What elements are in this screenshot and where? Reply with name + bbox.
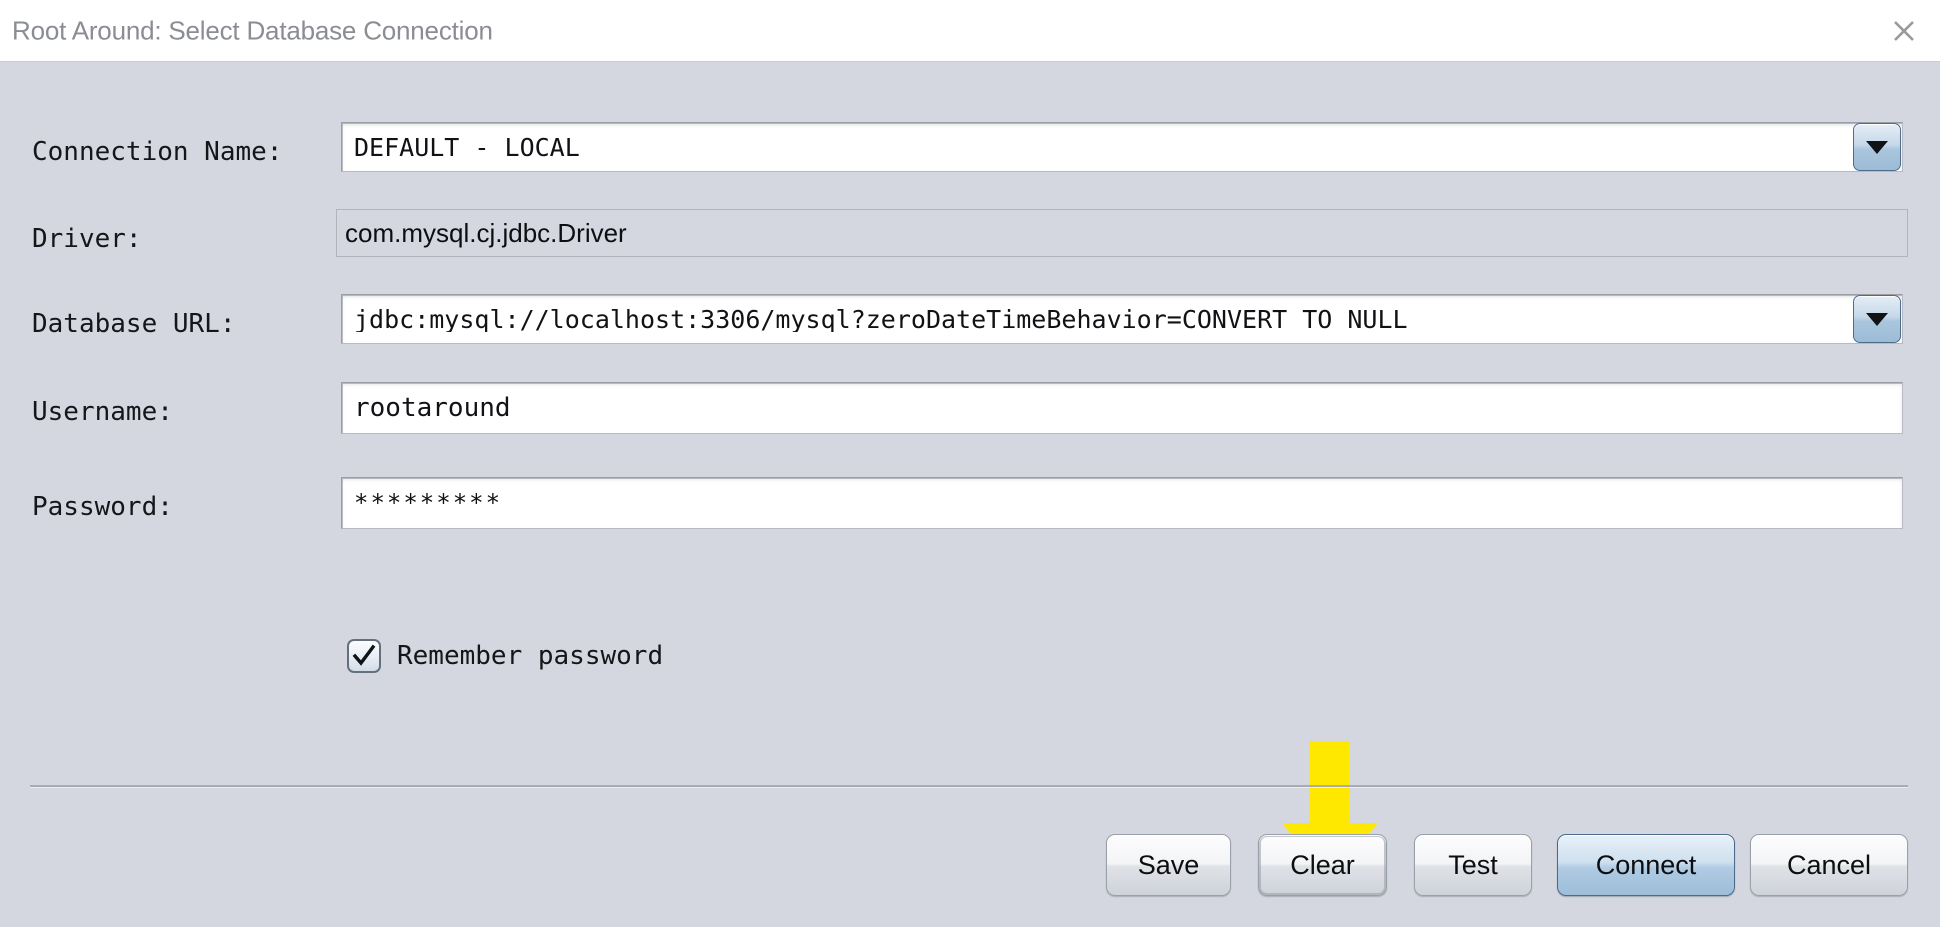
- connect-button[interactable]: Connect: [1557, 834, 1735, 896]
- username-value: rootaround: [354, 395, 511, 421]
- database-url-value: jdbc:mysql://localhost:3306/mysql?zeroDa…: [354, 306, 1408, 332]
- row-driver: Driver: com.mysql.cj.jdbc.Driver: [0, 209, 1940, 269]
- connection-name-label: Connection Name:: [32, 137, 283, 167]
- test-button[interactable]: Test: [1414, 834, 1532, 896]
- row-username: Username: rootaround: [0, 382, 1940, 442]
- button-bar: Save Clear Test Connect Cancel: [0, 834, 1940, 914]
- triangle-glyph: [1866, 140, 1888, 154]
- clear-button[interactable]: Clear: [1258, 834, 1387, 896]
- chevron-down-icon[interactable]: [1853, 295, 1901, 343]
- driver-field: com.mysql.cj.jdbc.Driver: [336, 209, 1908, 257]
- check-icon: [352, 644, 376, 666]
- close-icon[interactable]: [1882, 9, 1926, 53]
- window-title: Root Around: Select Database Connection: [12, 15, 493, 45]
- chevron-down-icon[interactable]: [1853, 123, 1901, 171]
- driver-label: Driver:: [32, 224, 142, 254]
- password-value: *********: [354, 491, 503, 515]
- database-url-label: Database URL:: [32, 309, 236, 339]
- driver-value: com.mysql.cj.jdbc.Driver: [345, 217, 627, 248]
- username-input[interactable]: rootaround: [341, 382, 1903, 434]
- dialog-window: Root Around: Select Database Connection …: [0, 0, 1940, 927]
- checkbox-box: [347, 639, 381, 673]
- title-bar: Root Around: Select Database Connection: [0, 0, 1940, 62]
- remember-password-checkbox[interactable]: Remember password: [347, 634, 663, 678]
- dialog-body: Connection Name: DEFAULT - LOCAL Driver:…: [0, 62, 1940, 927]
- cancel-button[interactable]: Cancel: [1750, 834, 1908, 896]
- database-url-combobox[interactable]: jdbc:mysql://localhost:3306/mysql?zeroDa…: [341, 294, 1903, 344]
- remember-password-label: Remember password: [397, 641, 664, 671]
- username-label: Username:: [32, 397, 173, 427]
- separator: [30, 785, 1908, 788]
- connection-name-combobox[interactable]: DEFAULT - LOCAL: [341, 122, 1903, 172]
- password-input[interactable]: *********: [341, 477, 1903, 529]
- row-database-url: Database URL: jdbc:mysql://localhost:330…: [0, 294, 1940, 354]
- password-label: Password:: [32, 492, 173, 522]
- triangle-glyph: [1866, 312, 1888, 326]
- connection-name-value: DEFAULT - LOCAL: [354, 134, 580, 160]
- row-connection-name: Connection Name: DEFAULT - LOCAL: [0, 122, 1940, 182]
- row-password: Password: *********: [0, 477, 1940, 537]
- save-button[interactable]: Save: [1106, 834, 1231, 896]
